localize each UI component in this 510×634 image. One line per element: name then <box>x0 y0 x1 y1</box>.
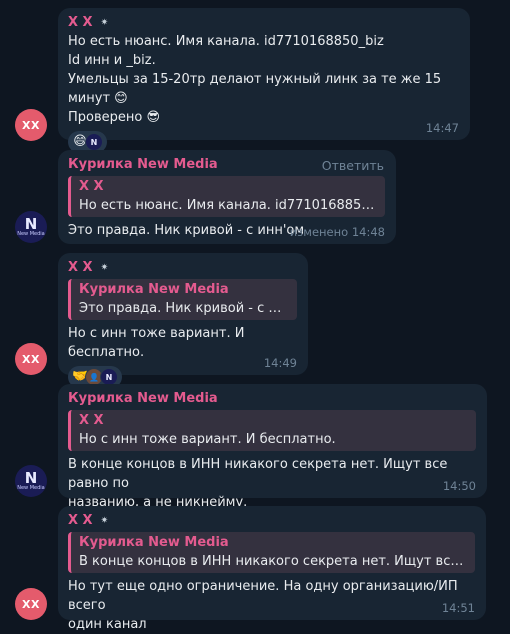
message-time: изменено 14:48 <box>289 225 385 239</box>
reply-button[interactable]: Ответить <box>322 158 384 173</box>
message-time: 14:50 <box>442 479 476 493</box>
message-bubble[interactable]: Курилка New Media X X Но с инн тоже вари… <box>58 384 487 510</box>
sender-name[interactable]: X X ✷ <box>68 512 475 530</box>
reply-quote[interactable]: Курилка New Media В конце концов в ИНН н… <box>68 532 475 573</box>
avatar-initial: N <box>24 469 38 487</box>
quote-sender: Курилка New Media <box>79 535 229 550</box>
message-bubble[interactable]: X X ✷ Курилка New Media В конце концов в… <box>58 506 486 632</box>
quote-sender: X X <box>79 179 104 194</box>
message-line: Id инн и _biz. <box>68 53 156 68</box>
sparkle-icon: ✷ <box>100 18 109 28</box>
avatar-caption: New Media <box>17 485 45 491</box>
message-bubble[interactable]: Курилка New Media Ответить X X Но есть н… <box>58 150 396 244</box>
avatar[interactable]: N New Media <box>15 465 47 497</box>
avatar[interactable]: XX <box>15 588 47 620</box>
avatar[interactable]: N New Media <box>15 211 47 243</box>
message-line: Умельцы за 15-20тр делают нужный линк за… <box>68 72 446 106</box>
message-text: Но с инн тоже вариант. И бесплатно. <box>68 326 249 360</box>
sparkle-icon: ✷ <box>100 263 109 273</box>
reply-quote[interactable]: X X Но есть нюанс. Имя канала. id7710168… <box>68 176 385 217</box>
sender-name[interactable]: Курилка New Media <box>68 390 476 408</box>
sender-name[interactable]: X X ✷ <box>68 259 297 277</box>
reply-quote[interactable]: X X Но с инн тоже вариант. И бесплатно. <box>68 410 476 451</box>
sender-name[interactable]: X X ✷ <box>68 14 459 32</box>
sparkle-icon: ✷ <box>100 516 109 526</box>
message-bubble[interactable]: X X ✷ Но есть нюанс. Имя канала. id77101… <box>58 8 470 153</box>
quote-text: Это правда. Ник кривой - с инн'ом <box>79 301 289 316</box>
message-time: 14:49 <box>263 356 297 370</box>
message-line: Но тут еще одно ограничение. На одну орг… <box>68 579 462 613</box>
message-line: Но есть нюанс. Имя канала. id7710168850_… <box>68 34 384 49</box>
quote-text: Но с инн тоже вариант. И бесплатно. <box>79 432 336 447</box>
reply-quote[interactable]: Курилка New Media Это правда. Ник кривой… <box>68 279 297 320</box>
message-line: один канал <box>68 617 147 632</box>
chat-history: X X ✷ Но есть нюанс. Имя канала. id77101… <box>0 0 510 632</box>
message-line: В конце концов в ИНН никакого секрета не… <box>68 457 452 491</box>
avatar[interactable]: XX <box>15 109 47 141</box>
quote-text: В конце концов в ИНН никакого секрета не… <box>79 554 467 569</box>
avatar-caption: New Media <box>17 231 45 237</box>
message-bubble[interactable]: X X ✷ Курилка New Media Это правда. Ник … <box>58 253 308 388</box>
avatar[interactable]: XX <box>15 343 47 375</box>
quote-text: Но есть нюанс. Имя канала. id7710168850_… <box>79 198 377 213</box>
message-time: 14:47 <box>425 121 459 135</box>
quote-sender: Курилка New Media <box>79 282 229 297</box>
quote-sender: X X <box>79 413 104 428</box>
message-time: 14:51 <box>441 601 475 615</box>
reactor-avatar: N <box>85 133 103 151</box>
message-line: Проверено 😎 <box>68 110 161 125</box>
avatar-initial: N <box>24 215 38 233</box>
